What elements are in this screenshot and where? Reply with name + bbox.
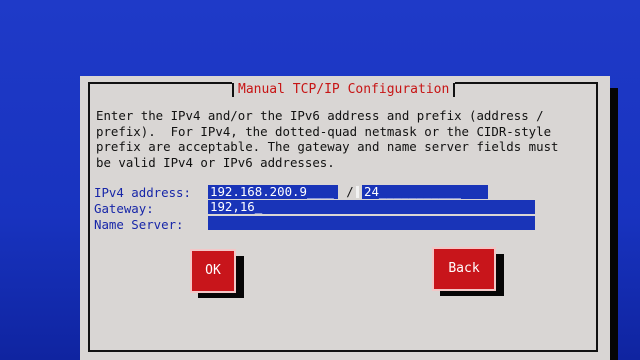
nameserver-label: Name Server: xyxy=(94,217,184,232)
description-line-3: prefix are acceptable. The gateway and n… xyxy=(96,139,559,154)
gateway-value: 192,16 xyxy=(210,200,255,214)
description-line-1: Enter the IPv4 and/or the IPv6 address a… xyxy=(96,108,544,123)
back-button[interactable]: Back xyxy=(432,247,496,291)
ok-button[interactable]: OK xyxy=(190,249,236,293)
ipv4-address-field[interactable]: 192.168.200.9____ xyxy=(208,185,338,199)
description-line-4: be valid IPv4 or IPv6 addresses. xyxy=(96,154,335,170)
tcpip-config-dialog: Manual TCP/IP Configuration Enter the IP… xyxy=(80,76,610,360)
nameserver-field[interactable] xyxy=(208,216,535,230)
ipv4-address-label: IPv4 address: xyxy=(94,185,191,200)
dialog-description: Enter the IPv4 and/or the IPv6 address a… xyxy=(96,108,596,170)
ipv4-prefix-value: 24 xyxy=(364,185,379,199)
text-cursor xyxy=(356,186,359,198)
gateway-field[interactable]: 192,16_ xyxy=(208,200,535,214)
ipv4-prefix-field[interactable]: 24___________ xyxy=(362,185,488,199)
dialog-title: Manual TCP/IP Configuration xyxy=(232,81,456,99)
gateway-label: Gateway: xyxy=(94,201,154,216)
ipv4-address-value: 192.168.200.9 xyxy=(210,185,307,199)
description-line-2: prefix). For IPv4, the dotted-quad netma… xyxy=(96,123,552,139)
